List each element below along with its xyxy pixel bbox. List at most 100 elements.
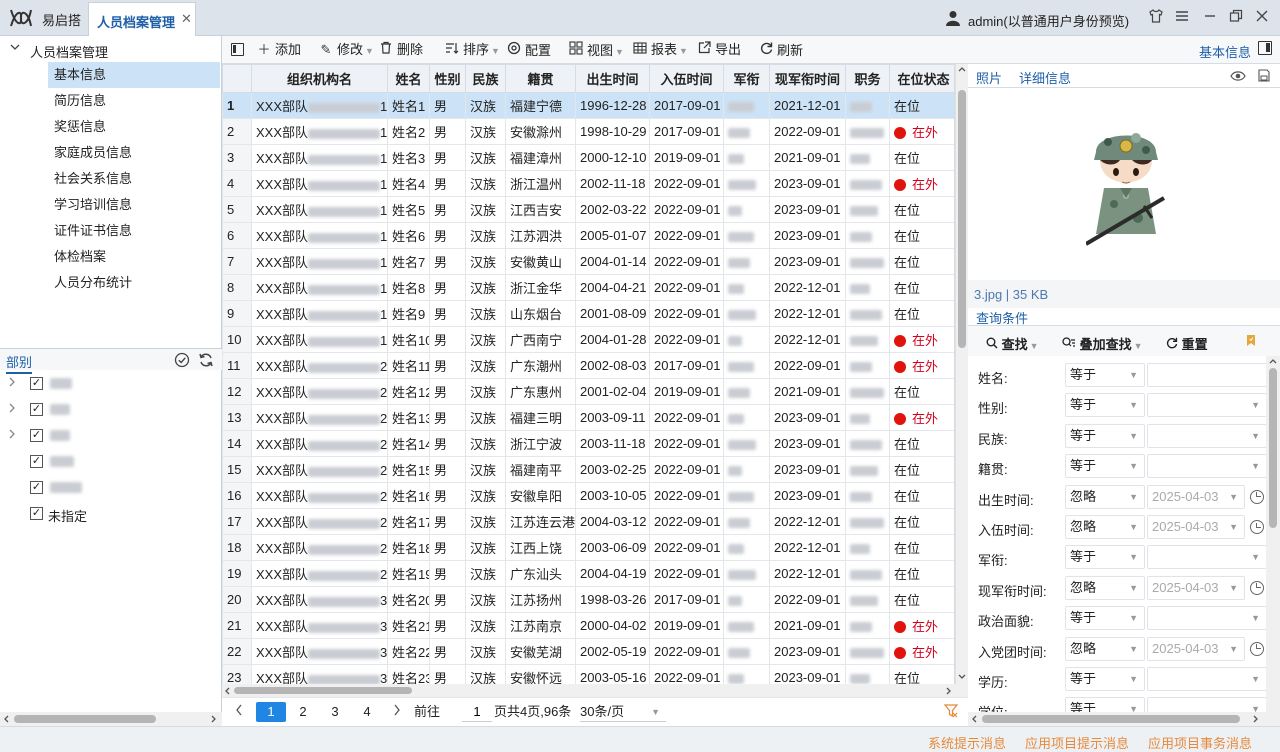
scrollbar-thumb[interactable] bbox=[234, 687, 412, 694]
nation-cell[interactable]: 汉族 bbox=[465, 144, 506, 171]
rank-cell[interactable] bbox=[723, 222, 770, 249]
rank-cell[interactable] bbox=[723, 404, 770, 431]
horizontal-scrollbar[interactable] bbox=[222, 684, 968, 697]
scroll-up-icon[interactable] bbox=[1269, 358, 1277, 364]
table-row[interactable]: 19 XXX部队 2班姓名19 男 汉族广东汕头 2004-04-19 2022-09-01… bbox=[222, 560, 954, 587]
column-header[interactable]: 现军衔时间 bbox=[769, 64, 846, 93]
page-size-select[interactable]: 30条/页 ▼ bbox=[580, 702, 666, 722]
native-place-cell[interactable]: 广东汕头 bbox=[505, 560, 576, 587]
rank-date-cell[interactable]: 2022-12-01 bbox=[769, 274, 846, 301]
nation-cell[interactable]: 汉族 bbox=[465, 586, 506, 613]
duty-cell[interactable] bbox=[845, 170, 890, 197]
table-row[interactable]: 15 XXX部队 2班姓名15 男 汉族福建南平 2003-02-25 2022-09-01… bbox=[222, 456, 954, 483]
rank-date-cell[interactable]: 2023-09-01 bbox=[769, 248, 846, 275]
query-date-input[interactable]: 2025-04-03 ▼ bbox=[1147, 575, 1245, 600]
birth-cell[interactable]: 1998-10-29 bbox=[575, 118, 650, 145]
status-cell[interactable]: 在位 bbox=[889, 560, 954, 587]
table-row[interactable]: 2 XXX部队 1班姓名2 男 汉族安徽滁州 1998-10-29 2017-09-01 20… bbox=[222, 118, 954, 145]
nation-cell[interactable]: 汉族 bbox=[465, 482, 506, 509]
rank-date-cell[interactable]: 2023-09-01 bbox=[769, 664, 846, 684]
scroll-up-icon[interactable] bbox=[958, 66, 966, 72]
status-cell[interactable]: 在位 bbox=[889, 534, 954, 561]
duty-cell[interactable] bbox=[845, 456, 890, 483]
native-place-cell[interactable]: 安徽黄山 bbox=[505, 248, 576, 275]
duty-cell[interactable] bbox=[845, 378, 890, 405]
table-row[interactable]: 20 XXX部队 3班姓名20 男 汉族江苏扬州 1998-03-26 2017-09-01… bbox=[222, 586, 954, 613]
native-place-cell[interactable]: 安徽滁州 bbox=[505, 118, 576, 145]
tab-detail[interactable]: 详细信息 bbox=[1019, 68, 1071, 87]
next-page-icon[interactable] bbox=[390, 702, 404, 722]
duty-cell[interactable] bbox=[845, 534, 890, 561]
table-row[interactable]: 7 XXX部队 1班姓名7 男 汉族安徽黄山 2004-01-14 2022-09-01 20… bbox=[222, 248, 954, 275]
scrollbar-thumb[interactable] bbox=[1269, 368, 1277, 528]
enlist-cell[interactable]: 2019-09-01 bbox=[649, 612, 724, 639]
export-button[interactable]: 导出 bbox=[696, 41, 741, 59]
enlist-cell[interactable]: 2022-09-01 bbox=[649, 404, 724, 431]
org-cell[interactable]: XXX部队 2班 bbox=[251, 404, 388, 431]
scroll-left-icon[interactable] bbox=[971, 715, 978, 723]
table-row[interactable]: 11 XXX部队 2班姓名11 男 汉族广东潮州 2002-08-03 2017-09-01… bbox=[222, 352, 954, 379]
dept-node[interactable]: ✓ bbox=[8, 370, 218, 396]
row-number-cell[interactable]: 1 bbox=[222, 92, 252, 119]
enlist-cell[interactable]: 2022-09-01 bbox=[649, 300, 724, 327]
nation-cell[interactable]: 汉族 bbox=[465, 248, 506, 275]
sex-cell[interactable]: 男 bbox=[429, 638, 466, 665]
name-cell[interactable]: 姓名16 bbox=[387, 482, 430, 509]
nation-cell[interactable]: 汉族 bbox=[465, 404, 506, 431]
birth-cell[interactable]: 2001-02-04 bbox=[575, 378, 650, 405]
sex-cell[interactable]: 男 bbox=[429, 352, 466, 379]
row-number-cell[interactable]: 12 bbox=[222, 378, 252, 405]
check-circle-icon[interactable] bbox=[174, 352, 190, 368]
duty-cell[interactable] bbox=[845, 300, 890, 327]
rank-cell[interactable] bbox=[723, 170, 770, 197]
rank-cell[interactable] bbox=[723, 326, 770, 353]
native-place-cell[interactable]: 江西上饶 bbox=[505, 534, 576, 561]
status-cell[interactable]: 在位 bbox=[889, 586, 954, 613]
row-number-cell[interactable]: 16 bbox=[222, 482, 252, 509]
rank-date-cell[interactable]: 2023-09-01 bbox=[769, 482, 846, 509]
sidebar-item[interactable]: 简历信息 bbox=[48, 88, 220, 114]
rank-cell[interactable] bbox=[723, 248, 770, 275]
query-operator-select[interactable]: 等于 ▼ bbox=[1065, 454, 1145, 479]
app-name-tab[interactable]: 易启搭 bbox=[42, 10, 81, 29]
rank-cell[interactable] bbox=[723, 560, 770, 587]
rank-cell[interactable] bbox=[723, 378, 770, 405]
sidebar-item[interactable]: 证件证书信息 bbox=[48, 218, 220, 244]
duty-cell[interactable] bbox=[845, 612, 890, 639]
name-cell[interactable]: 姓名4 bbox=[387, 170, 430, 197]
org-cell[interactable]: XXX部队 1班 bbox=[251, 118, 388, 145]
table-row[interactable]: 8 XXX部队 1班姓名8 男 汉族浙江金华 2004-04-21 2022-09-01 20… bbox=[222, 274, 954, 301]
rank-cell[interactable] bbox=[723, 534, 770, 561]
enlist-cell[interactable]: 2017-09-01 bbox=[649, 586, 724, 613]
row-number-cell[interactable]: 17 bbox=[222, 508, 252, 535]
rank-cell[interactable] bbox=[723, 638, 770, 665]
rank-date-cell[interactable]: 2022-12-01 bbox=[769, 300, 846, 327]
report-button[interactable]: 报表 ▼ bbox=[632, 41, 688, 59]
refresh-icon[interactable] bbox=[198, 352, 214, 368]
org-cell[interactable]: XXX部队 3班 bbox=[251, 664, 388, 684]
nation-cell[interactable]: 汉族 bbox=[465, 300, 506, 327]
sex-cell[interactable]: 男 bbox=[429, 482, 466, 509]
nation-cell[interactable]: 汉族 bbox=[465, 326, 506, 353]
status-cell[interactable]: 在位 bbox=[889, 196, 954, 223]
sort-button[interactable]: 排序 ▼ bbox=[444, 41, 500, 59]
sidebar-item[interactable]: 家庭成员信息 bbox=[48, 140, 220, 166]
restore-icon[interactable] bbox=[1226, 8, 1246, 28]
birth-cell[interactable]: 1998-03-26 bbox=[575, 586, 650, 613]
dept-node[interactable]: ✓ bbox=[8, 474, 218, 500]
native-place-cell[interactable]: 广东惠州 bbox=[505, 378, 576, 405]
basic-info-link[interactable]: 基本信息 bbox=[1199, 42, 1251, 61]
birth-cell[interactable]: 2003-09-11 bbox=[575, 404, 650, 431]
row-number-cell[interactable]: 7 bbox=[222, 248, 252, 275]
sex-cell[interactable]: 男 bbox=[429, 378, 466, 405]
table-row[interactable]: 16 XXX部队 2班姓名16 男 汉族安徽阜阳 2003-10-05 2022-09-01… bbox=[222, 482, 954, 509]
org-cell[interactable]: XXX部队 2班 bbox=[251, 378, 388, 405]
duty-cell[interactable] bbox=[845, 118, 890, 145]
name-cell[interactable]: 姓名14 bbox=[387, 430, 430, 457]
name-cell[interactable]: 姓名17 bbox=[387, 508, 430, 535]
status-cell[interactable]: 在位 bbox=[889, 144, 954, 171]
dept-checkbox[interactable]: ✓ bbox=[30, 481, 43, 494]
add-button[interactable]: ＋添加 bbox=[256, 41, 301, 59]
reset-button[interactable]: 重置 bbox=[1166, 334, 1208, 353]
name-cell[interactable]: 姓名22 bbox=[387, 638, 430, 665]
